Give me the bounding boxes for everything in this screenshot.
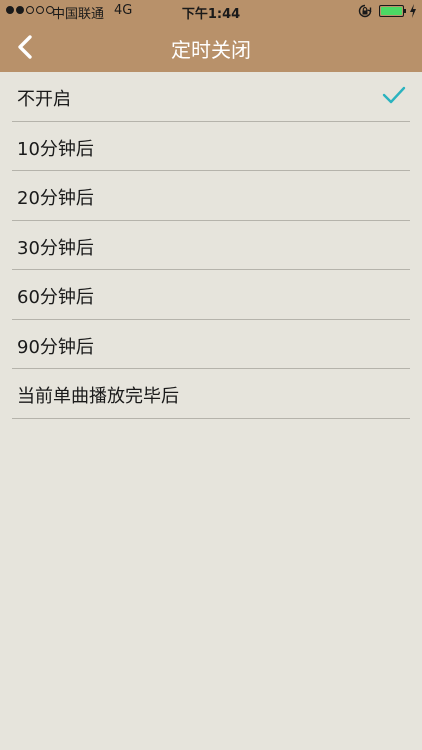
orientation-lock-icon	[358, 4, 372, 18]
page-title: 定时关闭	[171, 38, 251, 62]
option-30-min[interactable]: 30分钟后	[12, 221, 410, 270]
charging-bolt-icon	[410, 4, 416, 18]
timer-options-list: 不开启 10分钟后 20分钟后 30分钟后 60分钟后 90分钟后 当前单曲播放…	[0, 72, 422, 419]
checkmark-icon	[382, 86, 406, 104]
option-10-min[interactable]: 10分钟后	[12, 122, 410, 171]
option-label: 当前单曲播放完毕后	[17, 386, 179, 407]
option-label: 20分钟后	[17, 188, 94, 209]
option-label: 60分钟后	[17, 287, 94, 308]
option-20-min[interactable]: 20分钟后	[12, 171, 410, 221]
option-label: 不开启	[17, 89, 71, 110]
option-label: 30分钟后	[17, 237, 94, 259]
nav-bar: 定时关闭	[0, 22, 422, 72]
option-after-current-track[interactable]: 当前单曲播放完毕后	[12, 369, 410, 419]
header: 中国联通 4G 下午1:44 定时关闭	[0, 0, 422, 72]
battery-icon	[379, 5, 404, 17]
option-90-min[interactable]: 90分钟后	[12, 320, 410, 369]
battery-tip	[404, 9, 406, 13]
option-60-min[interactable]: 60分钟后	[12, 270, 410, 320]
option-off[interactable]: 不开启	[12, 72, 410, 122]
battery-fill	[381, 7, 402, 15]
option-label: 90分钟后	[17, 336, 94, 358]
option-label: 10分钟后	[17, 138, 94, 160]
status-bar: 中国联通 4G 下午1:44	[0, 0, 422, 22]
